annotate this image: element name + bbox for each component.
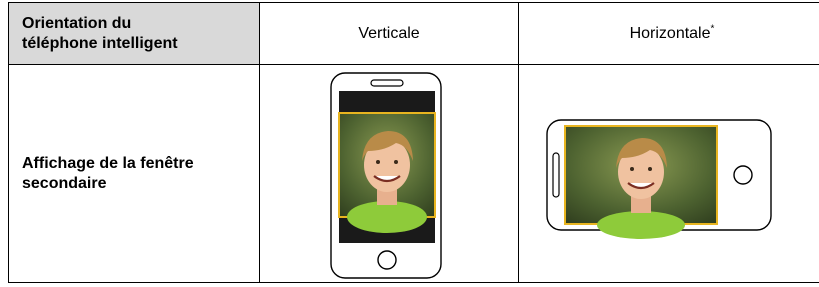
col-vertical-label: Verticale [358,24,420,42]
settings-table: Orientation du téléphone intelligent Ver… [8,2,819,284]
horizontal-illustration-cell [518,64,819,283]
row-label-line1: Affichage de la fenêtre [22,154,194,172]
speaker-slot-icon [370,79,404,87]
col-horizontal-label: Horizontale [629,24,711,42]
phone-horizontal-icon [546,119,772,239]
phone-vertical-icon [330,72,442,279]
vertical-illustration-cell [259,64,519,283]
header-row-label-line1: Orientation du [22,14,132,32]
table-body-row: Affichage de la fenêtre secondaire [8,64,819,283]
header-row-label: Orientation du téléphone intelligent [8,2,260,65]
header-col-horizontal: Horizontale* [518,2,819,65]
footnote-mark: * [710,23,715,35]
row-label: Affichage de la fenêtre secondaire [8,64,260,283]
home-button-icon [377,250,397,270]
table-header-row: Orientation du téléphone intelligent Ver… [8,2,819,65]
header-row-label-line2: téléphone intelligent [22,34,178,52]
row-label-line2: secondaire [22,174,107,192]
header-col-vertical: Verticale [259,2,519,65]
